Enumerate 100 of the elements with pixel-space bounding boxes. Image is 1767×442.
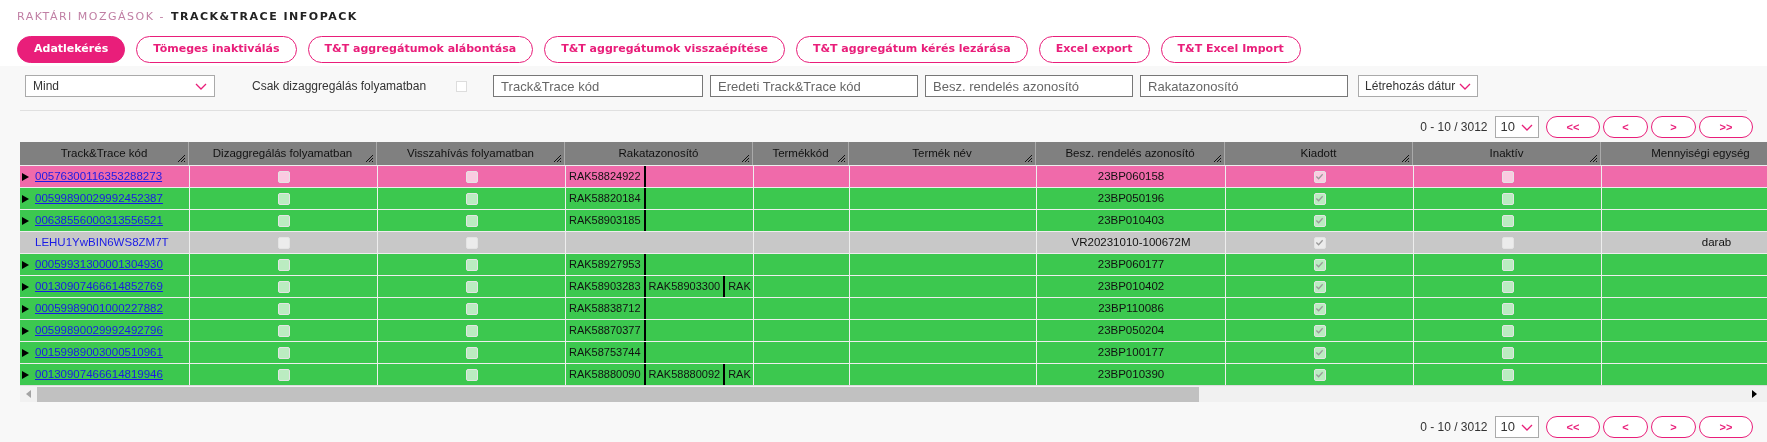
checkbox[interactable] — [465, 214, 478, 227]
resize-handle-icon[interactable] — [1024, 154, 1033, 163]
checkbox[interactable] — [1501, 236, 1514, 249]
table-row[interactable]: 00599890029992492796 RAK58870377 23BP050204 — [20, 319, 1767, 341]
checkbox[interactable] — [1501, 324, 1514, 337]
checkbox[interactable] — [1313, 170, 1326, 183]
scroll-right-icon[interactable] — [1752, 390, 1757, 398]
tracking-code-link[interactable]: 00130907466614819946 — [35, 365, 163, 384]
expand-arrow-icon[interactable] — [22, 216, 29, 225]
expand-arrow-icon[interactable] — [22, 326, 29, 335]
checkbox[interactable] — [277, 368, 290, 381]
checkbox[interactable] — [1313, 346, 1326, 359]
resize-handle-icon[interactable] — [553, 154, 562, 163]
checkbox[interactable] — [1313, 258, 1326, 271]
checkbox[interactable] — [277, 302, 290, 315]
scroll-left-icon[interactable] — [26, 390, 31, 398]
tracking-code-link[interactable]: 00638556000313556521 — [35, 211, 163, 230]
tracking-code-link[interactable]: 00159989003000510961 — [35, 343, 163, 362]
resize-handle-icon[interactable] — [365, 154, 374, 163]
resize-handle-icon[interactable] — [837, 154, 846, 163]
tracking-code-link[interactable]: 00059989001000227882 — [35, 299, 163, 318]
checkbox[interactable] — [277, 280, 290, 293]
checkbox[interactable] — [1501, 214, 1514, 227]
table-row[interactable]: 00130907466614852769 RAK58903283 RAK58903300 RAK 23BP010402 — [20, 275, 1767, 297]
action-button[interactable]: T&T Excel Import — [1160, 35, 1301, 63]
expand-arrow-icon[interactable] — [22, 172, 29, 181]
scrollbar-thumb[interactable] — [37, 386, 1199, 402]
action-button[interactable]: T&T aggregátumok alábontása — [307, 35, 534, 63]
page-nav-button[interactable]: << — [1546, 116, 1600, 138]
tracking-code-link[interactable]: LEHU1YwBIN6WS8ZM7T — [35, 233, 169, 252]
action-button[interactable]: Tömeges inaktiválás — [136, 35, 297, 63]
page-size-select[interactable]: 10 — [1494, 116, 1539, 138]
filter-field[interactable]: Rakatazonosító — [1140, 75, 1349, 97]
resize-handle-icon[interactable] — [1401, 154, 1410, 163]
expand-arrow-icon[interactable] — [22, 370, 29, 379]
expand-arrow-icon[interactable] — [22, 282, 29, 291]
checkbox[interactable] — [1313, 236, 1326, 249]
checkbox[interactable] — [277, 214, 290, 227]
tracking-code-link[interactable]: 00599890029992492796 — [35, 321, 163, 340]
tracking-code-link[interactable]: 00059931300001304930 — [35, 255, 163, 274]
checkbox[interactable] — [1501, 302, 1514, 315]
checkbox[interactable] — [465, 302, 478, 315]
checkbox[interactable] — [1313, 280, 1326, 293]
breadcrumb-section[interactable]: RAKTÁRI MOZGÁSOK - — [17, 9, 165, 26]
expand-arrow-icon[interactable] — [22, 260, 29, 269]
action-button[interactable]: Adatlekérés — [17, 35, 126, 63]
table-row[interactable]: LEHU1YwBIN6WS8ZM7T VR20231010-100672M darab — [20, 231, 1767, 253]
checkbox[interactable] — [1313, 192, 1326, 205]
resize-handle-icon[interactable] — [1589, 154, 1598, 163]
checkbox[interactable] — [1313, 324, 1326, 337]
filter-field[interactable]: Track&Trace kód — [493, 75, 704, 97]
checkbox[interactable] — [465, 192, 478, 205]
checkbox[interactable] — [1501, 280, 1514, 293]
page-nav-button[interactable]: < — [1603, 416, 1648, 438]
checkbox[interactable] — [277, 258, 290, 271]
action-button[interactable]: Excel export — [1038, 35, 1150, 63]
checkbox[interactable] — [465, 368, 478, 381]
resize-handle-icon[interactable] — [1213, 154, 1222, 163]
page-nav-button[interactable]: > — [1651, 116, 1696, 138]
tracking-code-link[interactable]: 00576300116353288273 — [35, 167, 163, 186]
table-row[interactable]: 00059931300001304930 RAK58927953 23BP060177 — [20, 253, 1767, 275]
table-row[interactable]: 00576300116353288273 RAK58824922 23BP060158 — [20, 165, 1767, 187]
resize-handle-icon[interactable] — [177, 154, 186, 163]
checkbox[interactable] — [1501, 258, 1514, 271]
tracking-code-link[interactable]: 00599890029992452387 — [35, 189, 163, 208]
page-nav-button[interactable]: >> — [1699, 416, 1753, 438]
checkbox[interactable] — [1501, 368, 1514, 381]
checkbox[interactable] — [1313, 368, 1326, 381]
table-row[interactable]: 00059989001000227882 RAK58838712 23BP110086 — [20, 297, 1767, 319]
checkbox[interactable] — [465, 170, 478, 183]
checkbox[interactable] — [465, 346, 478, 359]
checkbox[interactable] — [277, 192, 290, 205]
filter-field[interactable]: Besz. rendelés azonosító — [925, 75, 1134, 97]
page-nav-button[interactable]: >> — [1699, 116, 1753, 138]
checkbox[interactable] — [465, 324, 478, 337]
checkbox[interactable] — [277, 236, 290, 249]
checkbox[interactable] — [465, 280, 478, 293]
checkbox[interactable] — [1501, 192, 1514, 205]
checkbox[interactable] — [465, 258, 478, 271]
checkbox[interactable] — [277, 346, 290, 359]
expand-arrow-icon[interactable] — [22, 304, 29, 313]
page-nav-button[interactable]: < — [1603, 116, 1648, 138]
expand-arrow-icon[interactable] — [22, 348, 29, 357]
page-nav-button[interactable]: > — [1651, 416, 1696, 438]
checkbox[interactable] — [277, 324, 290, 337]
date-select[interactable]: Létrehozás dátur — [1358, 75, 1479, 97]
checkbox[interactable] — [1501, 346, 1514, 359]
table-row[interactable]: 00130907466614819946 RAK58880090 RAK58880092 RAK 23BP010390 — [20, 363, 1767, 385]
checkbox[interactable] — [456, 80, 468, 92]
table-row[interactable]: 00599890029992452387 RAK58820184 23BP050196 — [20, 187, 1767, 209]
checkbox[interactable] — [1501, 170, 1514, 183]
filter-field[interactable]: Eredeti Track&Trace kód — [710, 75, 919, 97]
tracking-code-link[interactable]: 00130907466614852769 — [35, 277, 163, 296]
checkbox[interactable] — [1313, 214, 1326, 227]
page-size-select[interactable]: 10 — [1494, 416, 1539, 438]
status-select[interactable]: Mind — [25, 75, 215, 97]
page-nav-button[interactable]: << — [1546, 416, 1600, 438]
expand-arrow-icon[interactable] — [22, 194, 29, 203]
checkbox[interactable] — [277, 170, 290, 183]
checkbox[interactable] — [465, 236, 478, 249]
